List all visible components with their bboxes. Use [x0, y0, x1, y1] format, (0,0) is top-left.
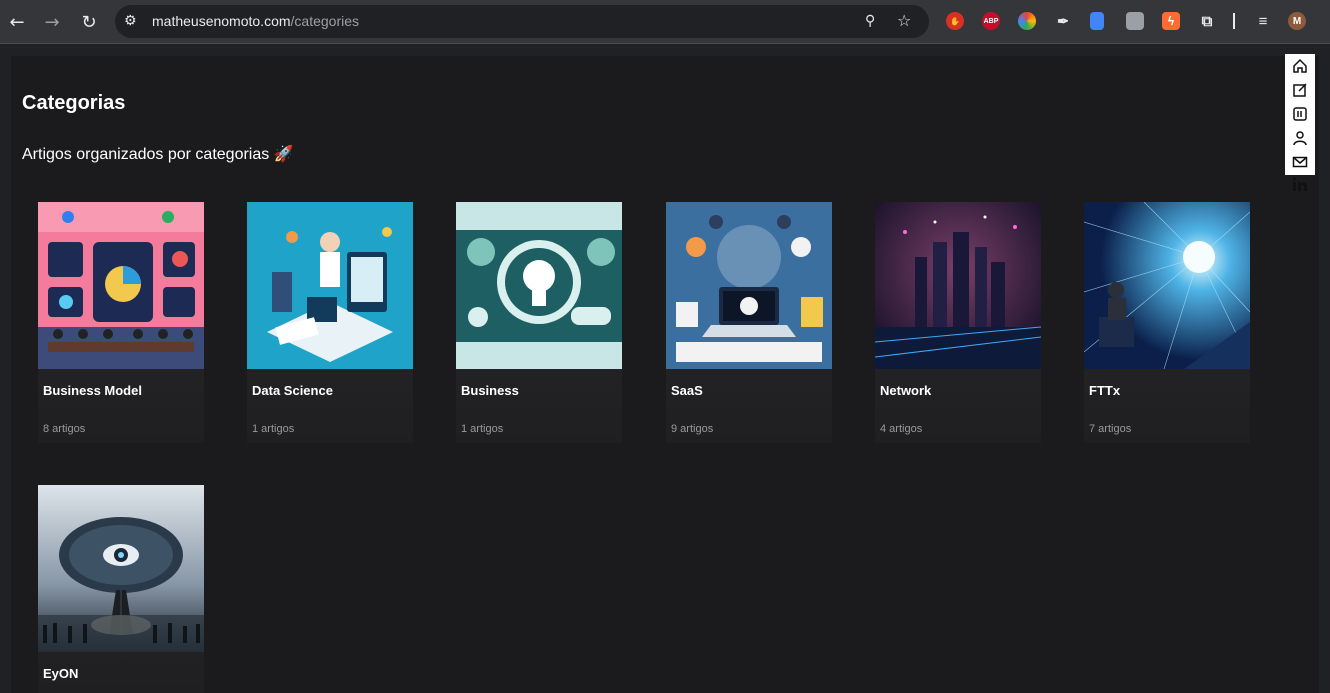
side-navigation: [1285, 54, 1315, 191]
category-count: 1 artigos: [461, 423, 504, 435]
docs-extension-icon[interactable]: [1090, 12, 1104, 30]
stop-extension-icon[interactable]: ✋: [946, 12, 964, 30]
category-title: EyON: [43, 666, 79, 681]
puzzle-icon[interactable]: ⧉: [1198, 12, 1216, 30]
bookmark-star-icon[interactable]: ☆: [897, 11, 911, 30]
page-title: Categorias: [22, 92, 126, 114]
edit-icon[interactable]: [1292, 82, 1308, 98]
toolbar-divider: [1233, 13, 1235, 29]
business-model-image: [38, 202, 204, 369]
forward-button[interactable]: →: [39, 9, 65, 35]
category-title: Business Model: [43, 383, 142, 398]
mail-icon[interactable]: [1292, 154, 1308, 170]
media-control-icon[interactable]: ≡: [1254, 12, 1272, 30]
home-icon[interactable]: [1292, 58, 1308, 74]
category-title: Data Science: [252, 383, 333, 398]
linkedin-icon[interactable]: [1292, 176, 1308, 192]
category-card-network[interactable]: Network 4 artigos: [875, 202, 1041, 443]
fttx-image: [1084, 202, 1250, 369]
network-image: [875, 202, 1041, 369]
category-card-saas[interactable]: SaaS 9 artigos: [666, 202, 832, 443]
category-title: Network: [880, 383, 932, 398]
business-image: [456, 202, 622, 369]
category-title: Business: [461, 383, 519, 398]
category-card-business[interactable]: Business 1 artigos: [456, 202, 622, 443]
category-card-fttx[interactable]: FTTx 7 artigos: [1084, 202, 1250, 443]
reload-button[interactable]: ↻: [76, 9, 102, 35]
url-domain: matheusenomoto.com: [152, 13, 291, 29]
category-count: 9 artigos: [671, 423, 714, 435]
category-title: FTTx: [1089, 383, 1121, 398]
eyon-image: [38, 485, 204, 652]
category-card-data-science[interactable]: Data Science 1 artigos: [247, 202, 413, 443]
category-count: 1 artigos: [252, 423, 295, 435]
library-icon[interactable]: [1292, 106, 1308, 122]
color-wheel-icon[interactable]: [1018, 12, 1036, 30]
page-content: Categorias Artigos organizados por categ…: [11, 56, 1319, 693]
user-icon[interactable]: [1292, 130, 1308, 146]
adblock-plus-icon[interactable]: ABP: [982, 12, 1000, 30]
saas-image: [666, 202, 832, 369]
color-picker-icon[interactable]: ✒: [1054, 12, 1072, 30]
category-card-business-model[interactable]: Business Model 8 artigos: [38, 202, 204, 443]
address-bar[interactable]: ⚙ matheusenomoto.com/categories ⚲ ☆: [115, 5, 929, 38]
page-subtitle: Artigos organizados por categorias 🚀: [22, 146, 294, 163]
url-text[interactable]: matheusenomoto.com/categories: [152, 13, 359, 29]
printer-extension-icon[interactable]: [1126, 12, 1144, 30]
back-button[interactable]: ←: [4, 9, 30, 35]
category-title: SaaS: [671, 383, 703, 398]
zoom-icon[interactable]: ⚲: [865, 13, 875, 29]
browser-toolbar: ← → ↻ ⚙ matheusenomoto.com/categories ⚲ …: [0, 0, 1330, 44]
profile-avatar[interactable]: M: [1288, 12, 1306, 30]
data-science-image: [247, 202, 413, 369]
bolt-extension-icon[interactable]: ϟ: [1162, 12, 1180, 30]
url-path: /categories: [290, 13, 360, 29]
category-count: 4 artigos: [880, 423, 923, 435]
category-card-eyon[interactable]: EyON: [38, 485, 204, 693]
category-count: 7 artigos: [1089, 423, 1132, 435]
site-info-icon[interactable]: ⚙: [124, 13, 137, 29]
category-count: 8 artigos: [43, 423, 86, 435]
